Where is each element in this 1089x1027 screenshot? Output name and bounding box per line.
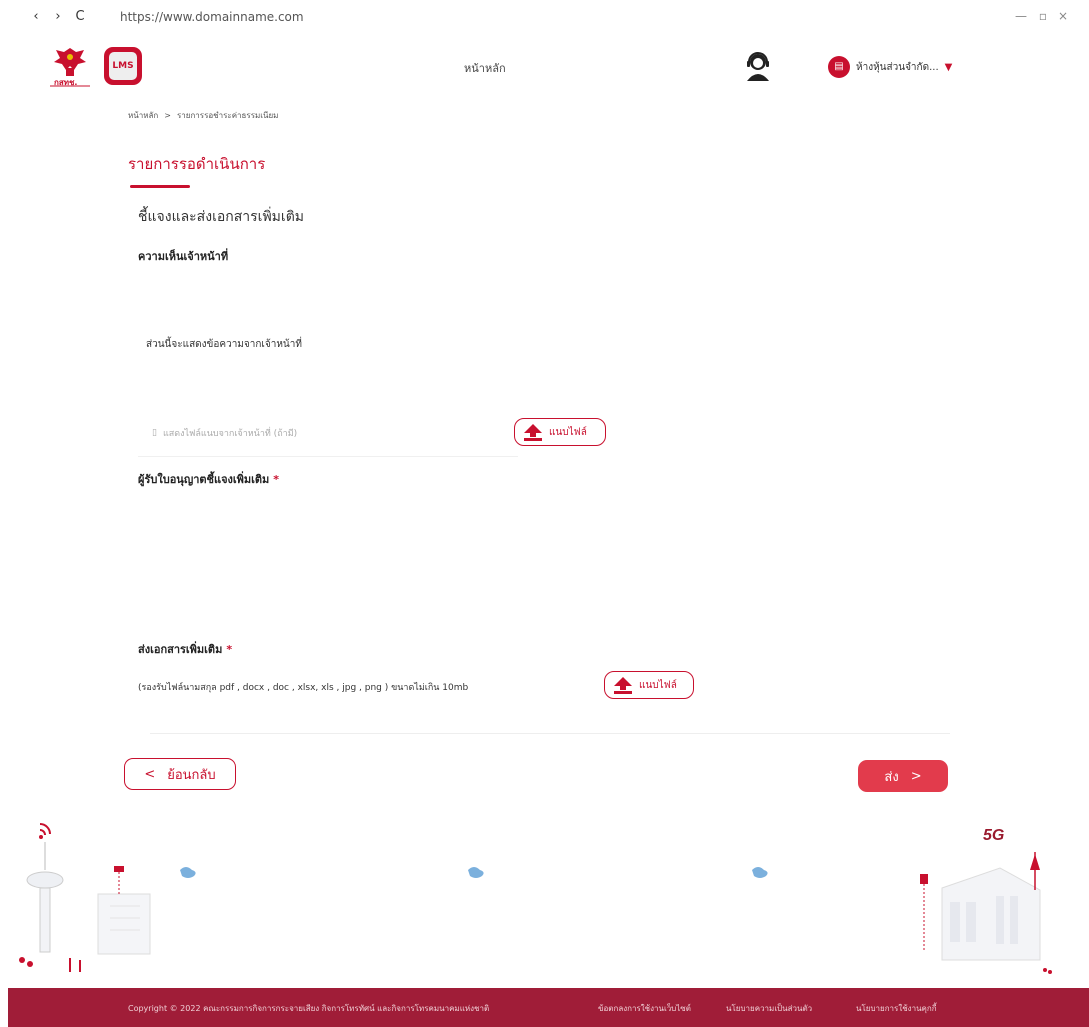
chevron-down-icon: ▼ [944,61,953,73]
5g-building-icon: 5G [920,827,1041,961]
divider [150,733,950,734]
officer-attachment[interactable]: ▯ แสดงไฟล์แนบจากเจ้าหน้าที่ (ถ้ามี) [152,426,297,440]
officer-attachment-label: แสดงไฟล์แนบจากเจ้าหน้าที่ (ถ้ามี) [162,429,298,439]
tower-icon [26,842,64,953]
officer-message: ส่วนนี้จะแสดงข้อความจากเจ้าหน้าที่ [146,339,302,350]
terms-link[interactable]: ข้อตกลงการใช้งานเว็บไซต์ [598,1002,691,1015]
applicant-explanation-label: ผู้รับใบอนุญาตชี้แจงเพิ่มเติม * [138,470,279,488]
required-mark: * [273,473,280,486]
extra-docs-upload-button[interactable]: แนบไฟล์ [604,671,694,699]
lms-logo-text: LMS [109,52,137,80]
extra-docs-label: ส่งเอกสารเพิ่มเติม * [138,640,232,658]
minimize-icon[interactable]: — [1014,9,1028,23]
officer-comment-label: ความเห็นเจ้าหน้าที่ [138,250,229,263]
required-mark: * [226,643,233,656]
logo-text: กสทช. [54,78,78,87]
company-avatar-icon: ▤ [828,56,850,78]
page-title: รายการรอดำเนินการ [128,155,266,173]
cloud-icon [468,867,484,878]
5g-text: 5G [983,827,1004,844]
wifi-icon [39,823,51,839]
breadcrumb-separator: > [164,111,171,120]
back-button-label: ย้อนกลับ [167,767,216,783]
upload-label: แนบไฟล์ [549,426,587,438]
close-icon[interactable]: × [1056,9,1070,23]
title-underline [130,185,190,188]
browser-bar: ‹ › C https://www.domainname.com — ▫ × [0,0,1089,36]
restore-icon[interactable]: ▫ [1036,9,1050,23]
support-headset-icon[interactable] [744,51,772,81]
lms-logo[interactable]: LMS [104,47,142,85]
extra-docs-text: ส่งเอกสารเพิ่มเติม [138,643,223,656]
building-icon [97,866,151,955]
nbtc-logo[interactable]: กสทช. [48,44,92,90]
reload-icon[interactable]: C [72,9,88,25]
privacy-link[interactable]: นโยบายความเป็นส่วนตัว [726,1002,812,1015]
cookie-policy-link[interactable]: นโยบายการใช้งานคุกกี้ [856,1002,937,1015]
upload-icon [524,424,542,441]
officer-upload-button[interactable]: แนบไฟล์ [514,418,606,446]
chevron-right-icon: > [910,768,922,784]
cloud-icon [180,867,196,878]
extra-docs-description: (รองรับไฟล์นามสกุล pdf , docx , doc , xl… [138,683,469,693]
divider [138,456,518,457]
cloud-icon [752,867,768,878]
breadcrumb-home[interactable]: หน้าหลัก [128,109,158,122]
nav-home-link[interactable]: หน้าหลัก [464,59,506,77]
applicant-explanation-text: ผู้รับใบอนุญาตชี้แจงเพิ่มเติม [138,473,270,486]
forward-nav-icon[interactable]: › [50,9,66,25]
back-nav-icon[interactable]: ‹ [28,9,44,25]
upload-icon [614,677,632,694]
user-menu[interactable]: ▤ ห้างหุ้นส่วนจำกัด... ▼ [828,56,952,78]
submit-button[interactable]: ส่ง > [858,760,948,792]
footer: Copyright © 2022 คณะกรรมการกิจการกระจายเ… [8,988,1089,1027]
city-illustration: 5G [0,810,1089,988]
upload-label: แนบไฟล์ [639,679,677,691]
submit-button-label: ส่ง [884,769,899,785]
user-name: ห้างหุ้นส่วนจำกัด... [856,61,939,73]
address-bar[interactable]: https://www.domainname.com [120,10,304,24]
section-heading: ชี้แจงและส่งเอกสารเพิ่มเติม [138,209,305,225]
breadcrumb-current: รายการรอชำระค่าธรรมเนียม [176,111,279,120]
breadcrumb: หน้าหลัก > รายการรอชำระค่าธรรมเนียม [128,109,278,122]
back-button[interactable]: < ย้อนกลับ [124,758,236,790]
file-icon: ▯ [152,428,157,438]
chevron-left-icon: < [144,766,156,782]
copyright-text: Copyright © 2022 คณะกรรมการกิจการกระจายเ… [128,1004,490,1013]
